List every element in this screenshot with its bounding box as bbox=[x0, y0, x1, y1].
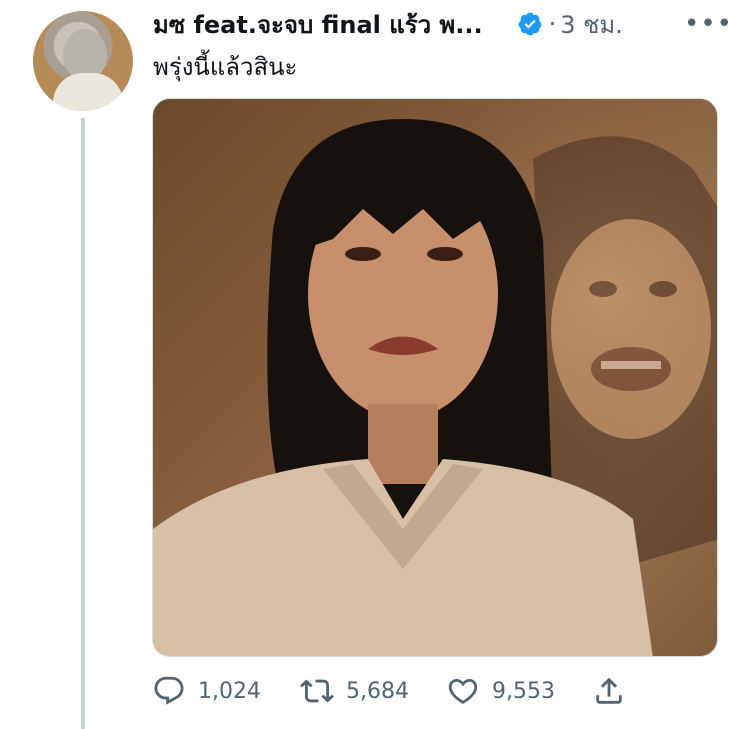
author-name[interactable]: มซ feat.จะจบ final แร้ว พ... bbox=[153, 5, 483, 44]
avatar-shirt bbox=[53, 73, 123, 111]
tweet-media-image[interactable] bbox=[152, 98, 718, 657]
retweet-button[interactable]: 5,684 bbox=[300, 670, 409, 712]
retweet-count: 5,684 bbox=[346, 678, 409, 704]
verified-badge-icon bbox=[517, 11, 543, 37]
author-avatar[interactable] bbox=[33, 11, 133, 111]
retweet-icon bbox=[300, 679, 334, 703]
reply-count: 1,024 bbox=[198, 678, 261, 704]
share-button[interactable] bbox=[592, 670, 638, 712]
reply-icon bbox=[154, 676, 184, 705]
thread-line bbox=[81, 118, 85, 729]
media-illustration bbox=[153, 99, 717, 656]
tweet-time[interactable]: 3 ชม. bbox=[560, 5, 623, 44]
tweet-text: พรุ่งนี้แล้วสินะ bbox=[153, 53, 298, 81]
like-count: 9,553 bbox=[492, 678, 555, 704]
share-icon bbox=[596, 677, 622, 704]
reply-button[interactable]: 1,024 bbox=[152, 670, 261, 712]
tweet-actions: 1,024 5,684 9,553 bbox=[152, 670, 632, 712]
tweet-header: มซ feat.จะจบ final แร้ว พ... · 3 ชม. ••• bbox=[153, 7, 733, 41]
like-button[interactable]: 9,553 bbox=[446, 670, 555, 712]
more-icon[interactable]: ••• bbox=[684, 7, 733, 41]
time-separator: · bbox=[548, 10, 557, 38]
heart-icon bbox=[448, 678, 478, 704]
